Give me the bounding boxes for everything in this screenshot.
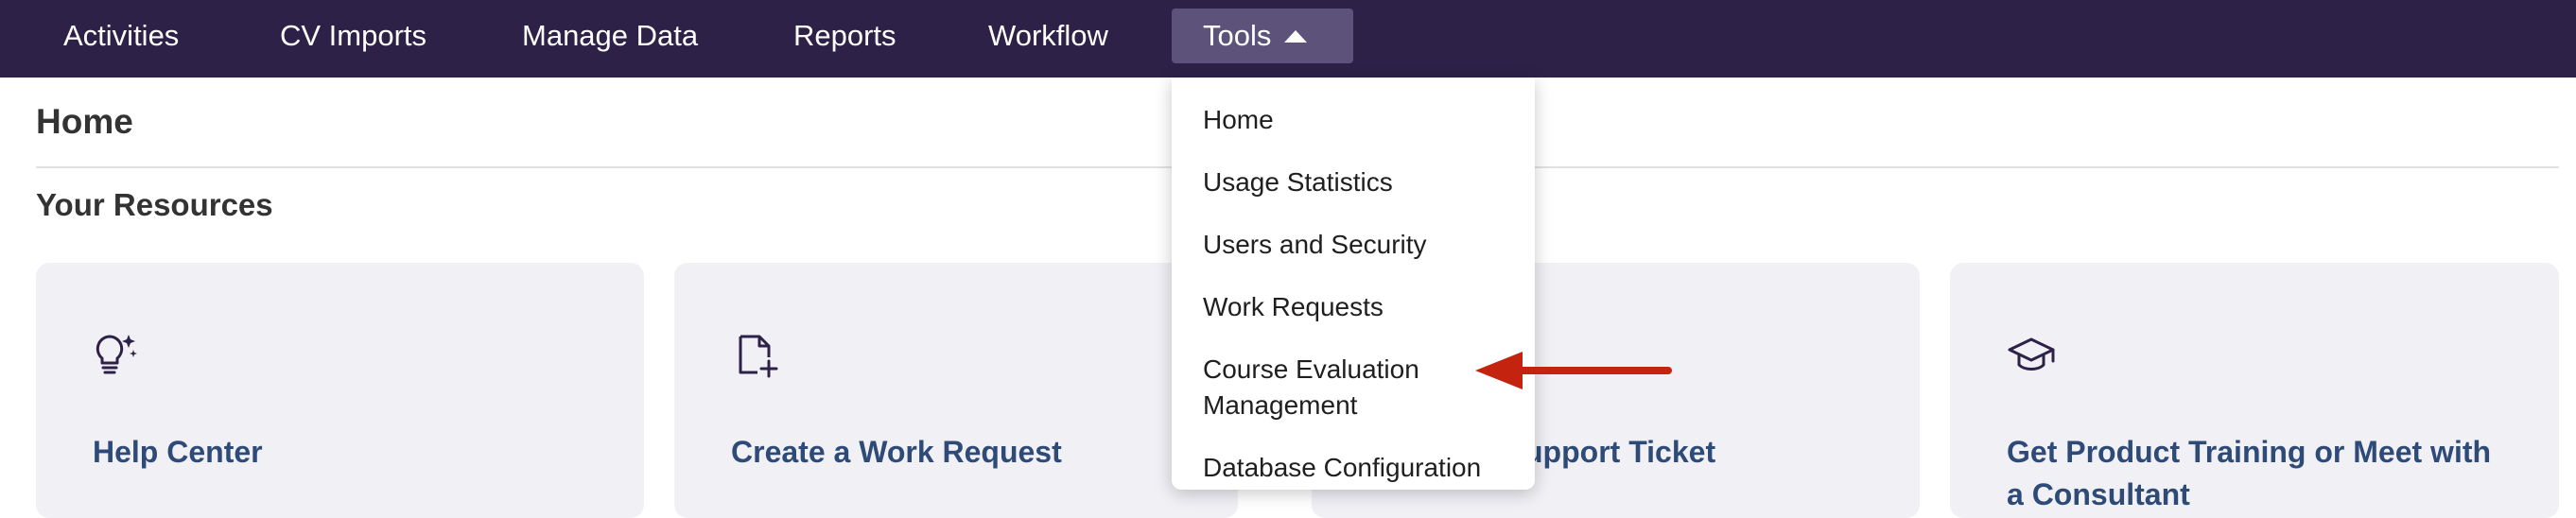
top-navigation-bar: Activities CV Imports Manage Data Report… — [0, 0, 2576, 78]
menu-item-usage-statistics[interactable]: Usage Statistics — [1172, 151, 1535, 214]
card-title: Create a Work Request — [731, 435, 1062, 469]
file-plus-icon — [739, 335, 778, 378]
card-help-center[interactable]: Help Center — [36, 263, 644, 518]
caret-up-icon — [1284, 30, 1308, 43]
section-title: Your Resources — [36, 187, 273, 222]
graduation-cap-icon — [2008, 337, 2055, 371]
card-create-work-request[interactable]: Create a Work Request — [674, 263, 1238, 518]
nav-item-tools[interactable]: Tools — [1172, 9, 1353, 63]
card-title: upport Ticket — [1524, 435, 1716, 469]
menu-item-work-requests[interactable]: Work Requests — [1172, 276, 1535, 338]
nav-item-workflow[interactable]: Workflow — [988, 0, 1108, 74]
nav-item-reports[interactable]: Reports — [793, 0, 896, 74]
nav-item-manage-data[interactable]: Manage Data — [522, 0, 698, 74]
page-title: Home — [36, 102, 133, 141]
card-product-training[interactable]: Get Product Training or Meet with a Cons… — [1950, 263, 2559, 518]
nav-item-activities[interactable]: Activities — [63, 0, 179, 74]
tools-dropdown-menu: Home Usage Statistics Users and Security… — [1172, 78, 1535, 490]
lightbulb-sparkle-icon — [96, 335, 137, 374]
nav-item-cv-imports[interactable]: CV Imports — [280, 0, 426, 74]
red-arrow-annotation — [1475, 352, 1672, 389]
menu-item-home[interactable]: Home — [1172, 89, 1535, 151]
menu-item-database-configuration[interactable]: Database Configuration — [1172, 437, 1535, 499]
menu-item-users-and-security[interactable]: Users and Security — [1172, 214, 1535, 276]
nav-item-tools-label: Tools — [1203, 19, 1272, 52]
card-title: Help Center — [93, 435, 263, 469]
card-title: Get Product Training or Meet with a Cons… — [2007, 435, 2492, 511]
